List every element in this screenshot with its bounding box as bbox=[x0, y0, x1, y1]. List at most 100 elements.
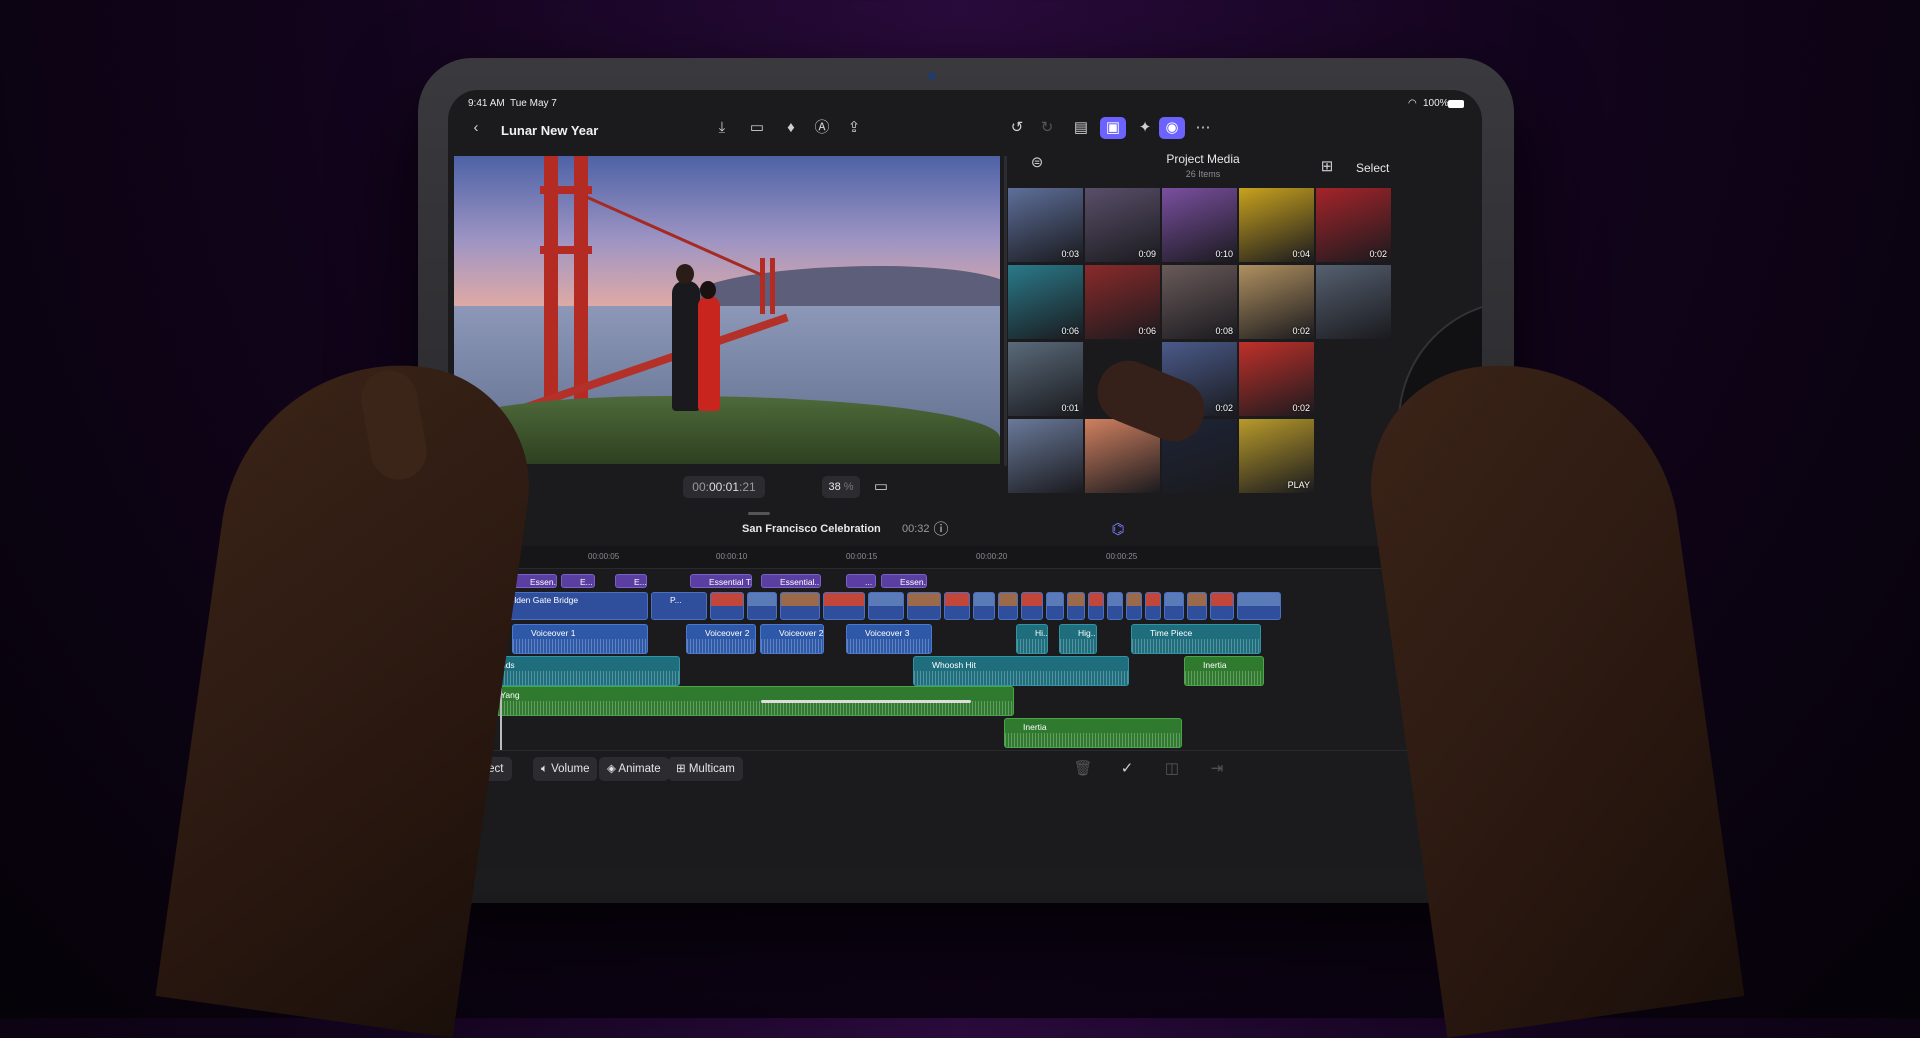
voiceover-clip[interactable]: Voiceover 3 bbox=[846, 624, 932, 654]
video-clip[interactable] bbox=[710, 592, 744, 620]
audio-clip[interactable]: Time Piece bbox=[1131, 624, 1261, 654]
video-clip[interactable] bbox=[1126, 592, 1142, 620]
video-clip[interactable] bbox=[1067, 592, 1085, 620]
title-clip[interactable]: Essential... bbox=[761, 574, 821, 588]
thumbnail-duration: PLAY bbox=[1287, 480, 1310, 490]
thumbnail-duration: 0:02 bbox=[1369, 249, 1387, 259]
media-thumbnail[interactable]: 0:06 bbox=[1085, 265, 1160, 339]
media-thumbnail[interactable]: 0:10 bbox=[1162, 188, 1237, 262]
voiceover-clip[interactable]: Voiceover 1 bbox=[512, 624, 648, 654]
multicam-button[interactable]: ⊞ Multicam bbox=[668, 757, 743, 781]
library-icon[interactable]: ✦ bbox=[1132, 117, 1158, 139]
video-clip[interactable]: P... bbox=[651, 592, 707, 620]
audio-clip[interactable]: Hig... bbox=[1059, 624, 1097, 654]
music-clip[interactable]: Inertia bbox=[1004, 718, 1182, 748]
title-clip[interactable]: Essen... bbox=[511, 574, 557, 588]
video-clip[interactable] bbox=[780, 592, 820, 620]
timecode-display[interactable]: 00:00:01:21 bbox=[683, 476, 765, 498]
music-clip[interactable]: Inertia bbox=[1184, 656, 1264, 686]
status-date: Tue May 7 bbox=[510, 98, 557, 109]
filter-icon[interactable]: ⊜ bbox=[1024, 152, 1050, 174]
video-clip[interactable] bbox=[1187, 592, 1207, 620]
media-thumbnail[interactable]: 0:04 bbox=[1239, 188, 1314, 262]
ruler-tick: 00:00:25 bbox=[1106, 552, 1138, 561]
media-thumbnail[interactable]: 0:01 bbox=[1008, 342, 1083, 416]
mic-icon[interactable]: ♦ bbox=[778, 117, 804, 139]
pencil-icon[interactable]: Ⓐ bbox=[809, 117, 835, 139]
title-clip[interactable]: E... bbox=[615, 574, 647, 588]
left-hand bbox=[155, 342, 545, 1038]
viewer-options-icon[interactable]: ▭ bbox=[868, 476, 894, 498]
media-thumbnail[interactable] bbox=[1316, 265, 1391, 339]
inspector-icon[interactable]: ▤ bbox=[1068, 117, 1094, 139]
media-thumbnail[interactable] bbox=[1008, 419, 1083, 493]
drag-handle[interactable] bbox=[748, 512, 770, 515]
person-man bbox=[672, 281, 700, 411]
media-thumbnail[interactable]: 0:08 bbox=[1162, 265, 1237, 339]
media-thumbnail[interactable]: PLAY bbox=[1239, 419, 1314, 493]
animate-icon: ◈ bbox=[607, 763, 619, 775]
snapping-icon[interactable]: ⌬ bbox=[1105, 519, 1131, 541]
title-clip[interactable]: Essen... bbox=[881, 574, 927, 588]
video-clip[interactable] bbox=[1088, 592, 1104, 620]
title-clip[interactable]: E... bbox=[561, 574, 595, 588]
timeline-footer: spect 🔈︎ Volume ◈ Animate ⊞ Multicam 🗑︎ … bbox=[448, 750, 1482, 799]
video-viewer[interactable] bbox=[454, 156, 1000, 464]
video-clip[interactable] bbox=[868, 592, 904, 620]
media-header: ⊜ Project Media 26 Items ⊞ Select bbox=[1008, 148, 1482, 186]
checkmark-icon[interactable]: ✓ bbox=[1114, 758, 1140, 780]
voiceover-clip[interactable]: Voiceover 2 bbox=[686, 624, 756, 654]
video-clip[interactable] bbox=[998, 592, 1018, 620]
media-thumbnail[interactable]: 0:02 bbox=[1239, 342, 1314, 416]
more-icon[interactable]: ⋯ bbox=[1190, 117, 1216, 139]
info-icon[interactable]: ⓘ bbox=[928, 519, 954, 541]
title-clip[interactable]: Essential T... bbox=[690, 574, 752, 588]
panel-divider[interactable] bbox=[1004, 156, 1007, 466]
select-button[interactable]: Select bbox=[1356, 161, 1389, 175]
thumbnail-duration: 0:02 bbox=[1292, 403, 1310, 413]
sfx-clip[interactable]: Whoosh Hit bbox=[913, 656, 1129, 686]
thumbnail-duration: 0:04 bbox=[1292, 249, 1310, 259]
thumbnail-duration: 0:01 bbox=[1061, 403, 1079, 413]
video-clip[interactable] bbox=[944, 592, 970, 620]
import-icon[interactable]: ⤓ bbox=[709, 117, 735, 139]
video-clip[interactable] bbox=[973, 592, 995, 620]
audio-icon[interactable]: ◉ bbox=[1159, 117, 1185, 139]
person-man-head bbox=[676, 264, 694, 284]
video-clip[interactable] bbox=[1145, 592, 1161, 620]
voiceover-clip[interactable]: Voiceover 2 bbox=[760, 624, 824, 654]
ruler-tick: 00:00:05 bbox=[588, 552, 620, 561]
video-clip[interactable] bbox=[907, 592, 941, 620]
camera-icon[interactable]: ▭ bbox=[744, 117, 770, 139]
audio-clip[interactable]: Hi... bbox=[1016, 624, 1048, 654]
undo-icon[interactable]: ↺ bbox=[1004, 117, 1030, 139]
video-clip[interactable] bbox=[1021, 592, 1043, 620]
grid-view-icon[interactable]: ⊞ bbox=[1314, 156, 1340, 178]
detach-icon[interactable]: ⇥ bbox=[1204, 758, 1230, 780]
media-thumbnail[interactable]: 0:06 bbox=[1008, 265, 1083, 339]
redo-icon[interactable]: ↻ bbox=[1034, 117, 1060, 139]
thumbnail-duration: 0:08 bbox=[1215, 326, 1233, 336]
animate-button[interactable]: ◈ Animate bbox=[599, 757, 669, 781]
zoom-level[interactable]: 38 % bbox=[822, 476, 860, 498]
battery-icon bbox=[1448, 100, 1464, 108]
video-clip[interactable] bbox=[1107, 592, 1123, 620]
video-clip[interactable] bbox=[747, 592, 777, 620]
photos-icon[interactable]: ▣ bbox=[1100, 117, 1126, 139]
chevron-left-icon[interactable]: ‹ bbox=[463, 117, 489, 139]
video-clip[interactable] bbox=[1237, 592, 1281, 620]
media-thumbnail[interactable]: 0:02 bbox=[1239, 265, 1314, 339]
trash-icon[interactable]: 🗑︎ bbox=[1070, 758, 1096, 780]
video-clip[interactable] bbox=[823, 592, 865, 620]
video-clip[interactable] bbox=[1164, 592, 1184, 620]
project-title: Lunar New Year bbox=[501, 123, 599, 138]
media-thumbnail[interactable]: 0:02 bbox=[1316, 188, 1391, 262]
video-clip[interactable] bbox=[1210, 592, 1234, 620]
split-icon[interactable]: ◫ bbox=[1159, 758, 1185, 780]
share-icon[interactable]: ⇪ bbox=[841, 117, 867, 139]
volume-button[interactable]: 🔈︎ Volume bbox=[533, 757, 598, 781]
video-clip[interactable] bbox=[1046, 592, 1064, 620]
media-thumbnail[interactable]: 0:09 bbox=[1085, 188, 1160, 262]
media-thumbnail[interactable]: 0:03 bbox=[1008, 188, 1083, 262]
title-clip[interactable]: ... bbox=[846, 574, 876, 588]
